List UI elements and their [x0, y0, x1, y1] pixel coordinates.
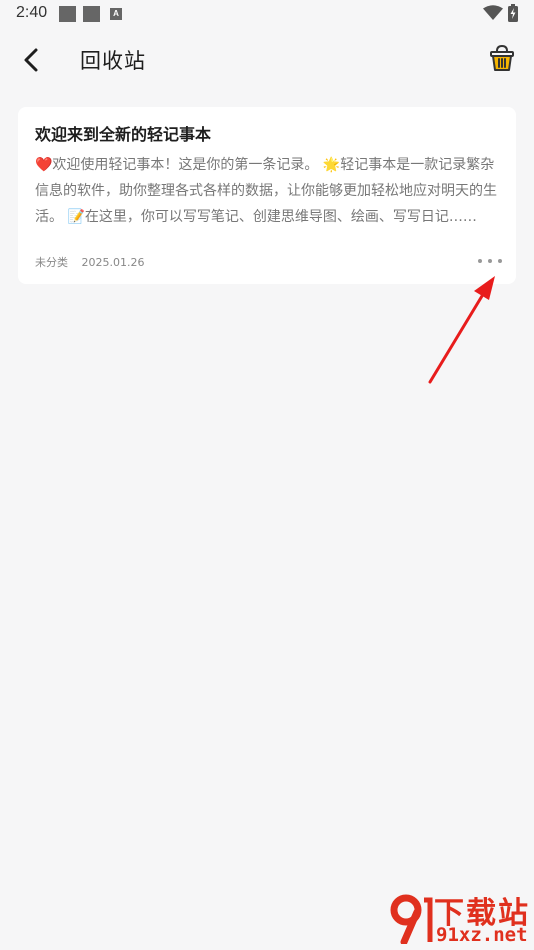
wifi-icon	[483, 5, 503, 20]
status-time: 2:40	[16, 4, 48, 21]
note-meta: 未分类 2025.01.26	[35, 254, 144, 270]
note-category: 未分类	[35, 256, 68, 269]
more-dots-icon	[498, 259, 502, 263]
watermark-domain: 91xz.net	[436, 924, 528, 946]
battery-icon	[508, 4, 518, 22]
more-options-button[interactable]	[474, 251, 506, 271]
note-preview: ❤️欢迎使用轻记事本！这是你的第一条记录。 🌟轻记事本是一款记录繁杂信息的软件，…	[35, 157, 497, 225]
watermark-logo-icon	[390, 894, 433, 944]
trash-basket-icon	[490, 44, 514, 71]
watermark: 下载站 91xz.net	[390, 888, 534, 950]
page-title: 回收站	[80, 49, 146, 73]
notification-badge-icon: A	[110, 8, 122, 20]
note-date: 2025.01.26	[81, 256, 145, 269]
app-header: 回收站	[0, 36, 534, 82]
note-card[interactable]: 欢迎来到全新的轻记事本 ❤️欢迎使用轻记事本！这是你的第一条记录。 🌟轻记事本是…	[18, 107, 516, 284]
notification-icon	[59, 6, 76, 22]
note-title: 欢迎来到全新的轻记事本	[35, 125, 212, 144]
notification-icon	[83, 6, 100, 22]
empty-trash-button[interactable]	[486, 42, 518, 74]
more-dots-icon	[478, 259, 482, 263]
back-button[interactable]	[16, 44, 48, 76]
status-bar: 2:40 A	[0, 0, 534, 28]
chevron-left-icon	[24, 48, 38, 72]
more-dots-icon	[488, 259, 492, 263]
